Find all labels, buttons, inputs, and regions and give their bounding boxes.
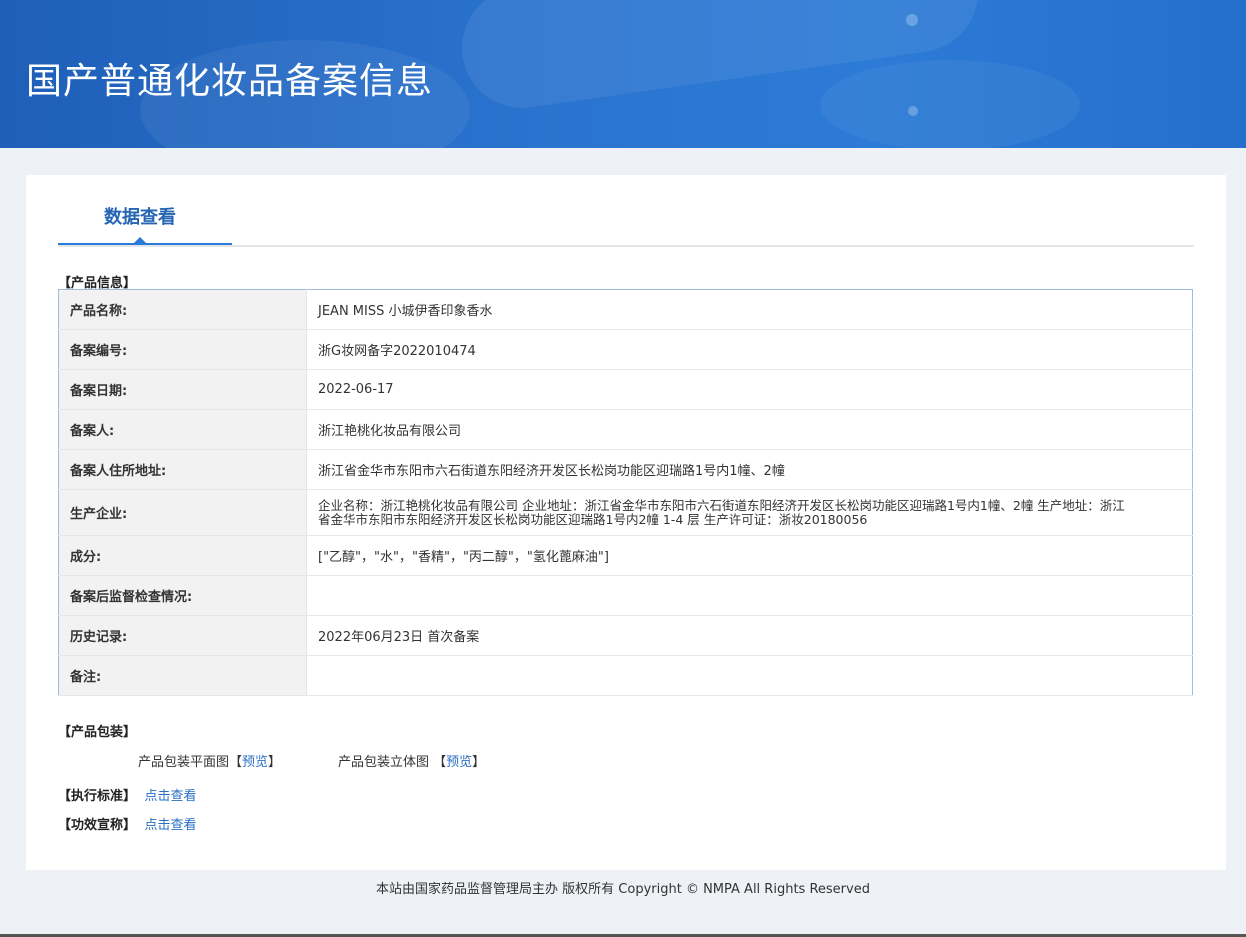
row-label: 产品名称: <box>58 289 307 330</box>
packaging-solid-item: 产品包装立体图 【预览】 <box>338 751 485 770</box>
row-value: ["乙醇"，"水"，"香精"，"丙二醇"，"氢化蓖麻油"] <box>306 535 1193 576</box>
row-value: 2022年06月23日 首次备案 <box>306 615 1193 656</box>
efficacy-title: 【功效宣称】 <box>58 818 137 833</box>
bracket: 】 <box>472 755 486 770</box>
tab-indicator-arrow <box>133 237 147 244</box>
row-value: JEAN MISS 小城伊香印象香水 <box>306 289 1193 330</box>
row-label: 备案日期: <box>58 369 307 410</box>
row-value: 浙G妆网备字2022010474 <box>306 329 1193 370</box>
efficacy-view-link[interactable]: 点击查看 <box>145 818 197 833</box>
content-card: 数据查看 【产品信息】 产品名称: JEAN MISS 小城伊香印象香水 备案编… <box>26 175 1226 870</box>
banner-decoration <box>820 60 1080 148</box>
banner-decoration <box>908 106 918 116</box>
solid-preview-link[interactable]: 预览 <box>446 755 472 770</box>
row-label: 备案人: <box>58 409 307 450</box>
tab-data-view[interactable]: 数据查看 <box>58 175 232 245</box>
page-title: 国产普通化妆品备案信息 <box>26 61 434 102</box>
table-row: 备案人: 浙江艳桃化妆品有限公司 <box>58 409 1193 450</box>
table-row: 备案后监督检查情况: <box>58 575 1193 616</box>
table-row: 成分: ["乙醇"，"水"，"香精"，"丙二醇"，"氢化蓖麻油"] <box>58 535 1193 576</box>
tab-label: 数据查看 <box>104 207 176 228</box>
tab-bar: 数据查看 <box>58 175 1194 247</box>
row-label: 历史记录: <box>58 615 307 656</box>
standard-row: 【执行标准】 点击查看 <box>58 785 197 804</box>
table-row: 备案日期: 2022-06-17 <box>58 369 1193 410</box>
row-label: 备案后监督检查情况: <box>58 575 307 616</box>
table-row: 产品名称: JEAN MISS 小城伊香印象香水 <box>58 289 1193 330</box>
standard-view-link[interactable]: 点击查看 <box>145 789 197 804</box>
header-banner: 国产普通化妆品备案信息 <box>0 0 1246 148</box>
row-label: 备案人住所地址: <box>58 449 307 490</box>
table-row: 历史记录: 2022年06月23日 首次备案 <box>58 615 1193 656</box>
row-label: 生产企业: <box>58 489 307 536</box>
row-value <box>306 575 1193 616</box>
row-value: 2022-06-17 <box>306 369 1193 410</box>
table-row: 备案人住所地址: 浙江省金华市东阳市六石街道东阳经济开发区长松岗功能区迎瑞路1号… <box>58 449 1193 490</box>
banner-decoration <box>906 14 918 26</box>
row-value: 浙江艳桃化妆品有限公司 <box>306 409 1193 450</box>
bracket: 】 <box>268 755 282 770</box>
row-label: 备注: <box>58 655 307 696</box>
row-label: 备案编号: <box>58 329 307 370</box>
row-value: 企业名称：浙江艳桃化妆品有限公司 企业地址：浙江省金华市东阳市六石街道东阳经济开… <box>306 489 1193 536</box>
standard-title: 【执行标准】 <box>58 789 137 804</box>
table-row: 生产企业: 企业名称：浙江艳桃化妆品有限公司 企业地址：浙江省金华市东阳市六石街… <box>58 489 1193 536</box>
table-row: 备注: <box>58 655 1193 696</box>
packaging-title: 【产品包装】 <box>58 725 137 740</box>
flat-preview-link[interactable]: 预览 <box>242 755 268 770</box>
row-label: 成分: <box>58 535 307 576</box>
packaging-flat-item: 产品包装平面图【预览】 <box>138 751 281 770</box>
row-value <box>306 655 1193 696</box>
table-row: 备案编号: 浙G妆网备字2022010474 <box>58 329 1193 370</box>
row-value: 浙江省金华市东阳市六石街道东阳经济开发区长松岗功能区迎瑞路1号内1幢、2幢 <box>306 449 1193 490</box>
efficacy-row: 【功效宣称】 点击查看 <box>58 814 197 833</box>
packaging-flat-label: 产品包装平面图【 <box>138 755 243 770</box>
footer-copyright: 本站由国家药品监督管理局主办 版权所有 Copyright © NMPA All… <box>376 882 870 897</box>
product-info-table: 产品名称: JEAN MISS 小城伊香印象香水 备案编号: 浙G妆网备字202… <box>58 289 1193 696</box>
packaging-solid-label: 产品包装立体图 【 <box>338 755 447 770</box>
